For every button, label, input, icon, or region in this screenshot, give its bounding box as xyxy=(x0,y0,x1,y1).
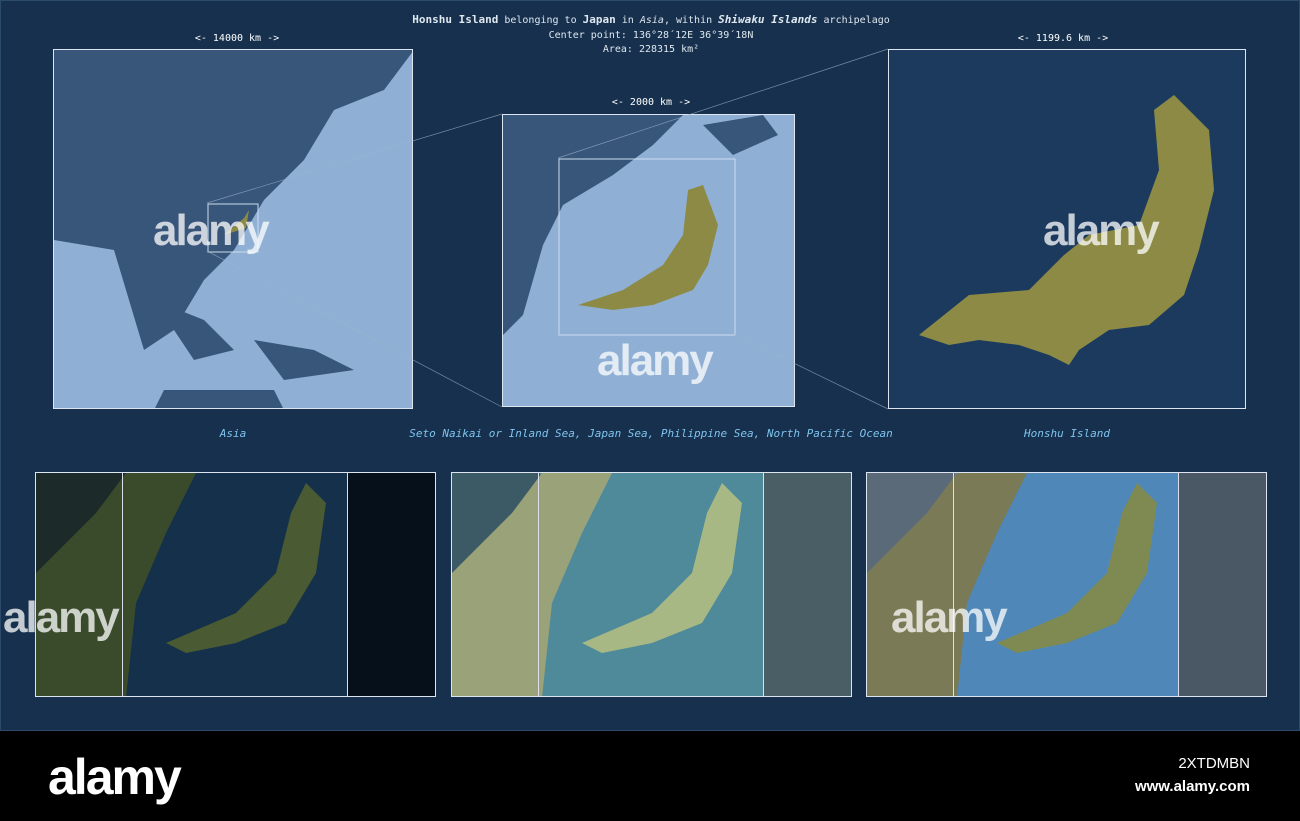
caption-asia: Asia xyxy=(219,427,247,440)
map-composition: Honshu Island belonging to Japan in Asia… xyxy=(0,0,1300,731)
frame-political xyxy=(538,472,764,697)
frame-relief xyxy=(953,472,1179,697)
caption-island: Honshu Island xyxy=(1023,427,1111,440)
stock-banner xyxy=(0,731,1300,821)
watermark: alamy xyxy=(3,593,120,642)
watermark: alamy xyxy=(597,336,714,385)
frame-satellite xyxy=(122,472,348,697)
watermark: alamy xyxy=(891,593,1008,642)
watermark: alamy xyxy=(153,206,270,255)
watermark: alamy xyxy=(1043,206,1160,255)
caption-seas: Seto Naikai or Inland Sea, Japan Sea, Ph… xyxy=(409,427,893,440)
alamy-url: www.alamy.com xyxy=(1134,778,1250,795)
alamy-logo: alamy xyxy=(48,749,182,805)
image-code: 2XTDMBN xyxy=(1178,755,1250,772)
